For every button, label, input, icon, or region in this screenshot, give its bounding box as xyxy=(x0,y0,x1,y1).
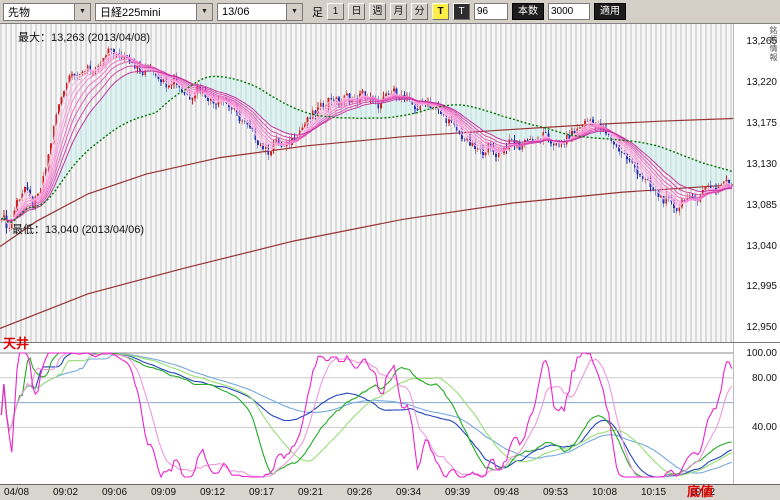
time-axis-label: 10:08 xyxy=(592,487,617,498)
period-1min-button[interactable]: 1 xyxy=(327,3,344,20)
price-axis-label: 13,220 xyxy=(746,77,777,88)
chevron-down-icon[interactable]: ▼ xyxy=(196,4,212,20)
time-axis-label: 09:26 xyxy=(347,487,372,498)
time-axis-label: 09:09 xyxy=(151,487,176,498)
bar-count-input[interactable] xyxy=(548,3,590,20)
oscillator-axis-label: 80.00 xyxy=(752,373,777,384)
period-minute-button[interactable]: 分 xyxy=(411,3,428,20)
time-axis-label: 10:15 xyxy=(641,487,666,498)
period-week-button[interactable]: 週 xyxy=(369,3,386,20)
min-price-annotation: 最低：13,040 (2013/04/06) xyxy=(12,221,144,237)
apply-button[interactable]: 適用 xyxy=(594,3,626,20)
category-select[interactable]: 先物 ▼ xyxy=(3,3,91,21)
period-tick-button[interactable]: T xyxy=(432,3,449,20)
instrument-select[interactable]: 日経225mini ▼ xyxy=(95,3,213,21)
price-axis: 13,26513,22013,17513,13013,08513,04012,9… xyxy=(733,24,780,342)
contract-month-select[interactable]: 13/06 ▼ xyxy=(217,3,303,21)
price-chart-canvas[interactable] xyxy=(0,24,733,342)
price-axis-label: 12,950 xyxy=(746,322,777,333)
price-chart-panel: 最大：13,263 (2013/04/08) 最低：13,040 (2013/0… xyxy=(0,24,780,342)
timeframe-label: 足 xyxy=(312,4,323,20)
contract-month-value: 13/06 xyxy=(218,6,286,18)
chevron-down-icon[interactable]: ▼ xyxy=(74,4,90,20)
period-day-button[interactable]: 日 xyxy=(348,3,365,20)
time-axis-label: 09:34 xyxy=(396,487,421,498)
price-axis-label: 13,175 xyxy=(746,118,777,129)
floor-label: 底値 xyxy=(687,481,713,500)
time-axis-label: 09:17 xyxy=(249,487,274,498)
toolbar: 先物 ▼ 日経225mini ▼ 13/06 ▼ 足 1 日 週 月 分 T T… xyxy=(0,0,780,24)
price-axis-label: 13,040 xyxy=(746,241,777,252)
time-axis-label: 09:21 xyxy=(298,487,323,498)
time-axis: 04/08 09:02 09:06 09:09 09:12 09:17 09:21 09:26… xyxy=(0,484,780,500)
price-axis-label: 13,130 xyxy=(746,159,777,170)
period-tick-alt-button[interactable]: T xyxy=(453,3,470,20)
chart-application: 先物 ▼ 日経225mini ▼ 13/06 ▼ 足 1 日 週 月 分 T T… xyxy=(0,0,780,500)
oscillator-panel: 天井 100.0080.0040.00 xyxy=(0,342,780,484)
instrument-select-value: 日経225mini xyxy=(96,4,196,20)
oscillator-axis: 100.00 80.00 40.00 xyxy=(733,343,780,484)
period-month-button[interactable]: 月 xyxy=(390,3,407,20)
side-vertical-label: 銘柄情報 xyxy=(768,26,779,62)
time-axis-label: 09:53 xyxy=(543,487,568,498)
oscillator-axis-label: 100.00 xyxy=(746,348,777,359)
time-axis-label: 09:02 xyxy=(53,487,78,498)
ceiling-label: 天井 xyxy=(3,333,29,352)
time-axis-label: 09:12 xyxy=(200,487,225,498)
price-axis-label: 13,085 xyxy=(746,200,777,211)
oscillator-canvas[interactable] xyxy=(0,343,733,483)
time-axis-label: 09:48 xyxy=(494,487,519,498)
oscillator-axis-label: 40.00 xyxy=(752,422,777,433)
time-axis-label: 09:39 xyxy=(445,487,470,498)
category-select-value: 先物 xyxy=(4,4,74,20)
time-axis-label: 09:06 xyxy=(102,487,127,498)
max-price-annotation: 最大：13,263 (2013/04/08) xyxy=(18,29,150,45)
chevron-down-icon[interactable]: ▼ xyxy=(286,4,302,20)
ticks-per-bar-input[interactable] xyxy=(474,3,508,20)
price-axis-label: 12,995 xyxy=(746,281,777,292)
time-axis-label: 04/08 xyxy=(4,487,29,498)
bars-count-label: 本数 xyxy=(512,3,544,20)
